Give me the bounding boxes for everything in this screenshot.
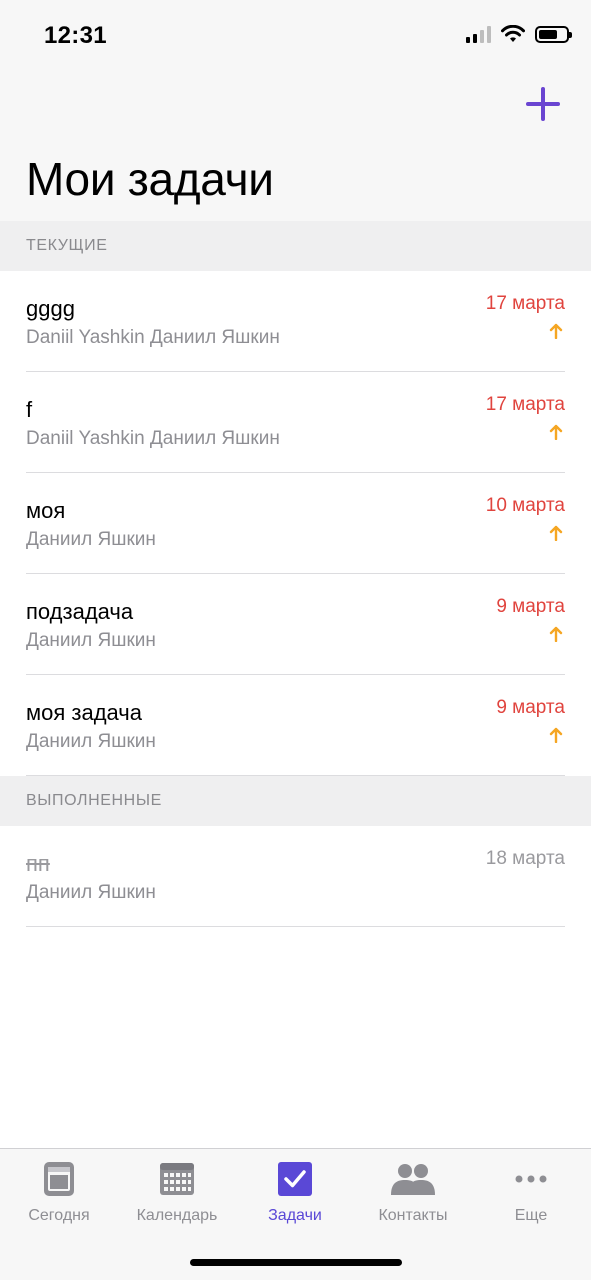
task-title: моя: [26, 498, 66, 523]
battery-icon: [535, 25, 572, 43]
task-title: f: [26, 397, 33, 422]
contacts-icon: [391, 1164, 435, 1195]
more-dots-icon: [515, 1175, 547, 1183]
task-due-date: 9 марта: [496, 697, 565, 718]
task-assignee: Даниил Яшкин: [26, 731, 156, 752]
page-title: Мои задачи: [26, 153, 274, 205]
tab-label: Контакты: [378, 1207, 448, 1224]
up-arrow-icon: [549, 727, 563, 743]
task-title: пп: [26, 851, 50, 876]
task-row[interactable]: моя Даниил Яшкин 10 марта: [0, 473, 591, 574]
add-task-button[interactable]: [525, 86, 561, 122]
nav-header: Мои задачи: [0, 60, 591, 222]
task-row-done[interactable]: пп Даниил Яшкин 18 марта: [0, 826, 591, 927]
task-title: подзадача: [26, 599, 134, 624]
task-due-date: 10 марта: [485, 495, 565, 516]
tab-label: Задачи: [268, 1207, 322, 1224]
today-icon: [44, 1162, 74, 1196]
task-assignee: Даниил Яшкин: [26, 529, 156, 550]
task-due-date: 18 марта: [485, 848, 565, 869]
task-due-date: 17 марта: [485, 293, 565, 314]
status-time: 12:31: [44, 22, 107, 49]
task-assignee: Daniil Yashkin Даниил Яшкин: [26, 428, 280, 449]
up-arrow-icon: [549, 626, 563, 642]
status-bar: 12:31: [0, 0, 591, 60]
tab-label: Еще: [514, 1207, 548, 1224]
tab-label: Календарь: [136, 1207, 218, 1224]
tab-contacts[interactable]: Контакты: [354, 1149, 472, 1239]
up-arrow-icon: [549, 424, 563, 440]
up-arrow-icon: [549, 525, 563, 541]
task-due-date: 9 марта: [496, 596, 565, 617]
task-row[interactable]: моя задача Даниил Яшкин 9 марта: [0, 675, 591, 776]
tab-label: Сегодня: [28, 1207, 90, 1224]
tab-calendar[interactable]: Календарь: [118, 1149, 236, 1239]
cellular-signal-icon: [466, 25, 491, 43]
tab-tasks[interactable]: Задачи: [236, 1149, 354, 1239]
task-row[interactable]: f Daniil Yashkin Даниил Яшкин 17 марта: [0, 372, 591, 473]
task-row[interactable]: gggg Daniil Yashkin Даниил Яшкин 17 март…: [0, 271, 591, 372]
tasks-checkbox-icon: [278, 1162, 312, 1196]
task-title: gggg: [26, 296, 75, 321]
task-title: моя задача: [26, 700, 142, 725]
task-assignee: Даниил Яшкин: [26, 630, 156, 651]
tab-more[interactable]: Еще: [472, 1149, 590, 1239]
section-header-current: ТЕКУЩИЕ: [0, 221, 591, 271]
task-assignee: Daniil Yashkin Даниил Яшкин: [26, 327, 280, 348]
up-arrow-icon: [549, 323, 563, 339]
calendar-icon: [160, 1163, 194, 1195]
wifi-icon: [501, 25, 525, 42]
section-header-done: ВЫПОЛНЕННЫЕ: [0, 776, 591, 826]
tab-today[interactable]: Сегодня: [0, 1149, 118, 1239]
home-indicator: [190, 1259, 402, 1266]
task-row[interactable]: подзадача Даниил Яшкин 9 марта: [0, 574, 591, 675]
status-icons: [466, 25, 572, 43]
task-assignee: Даниил Яшкин: [26, 882, 156, 903]
task-due-date: 17 марта: [485, 394, 565, 415]
